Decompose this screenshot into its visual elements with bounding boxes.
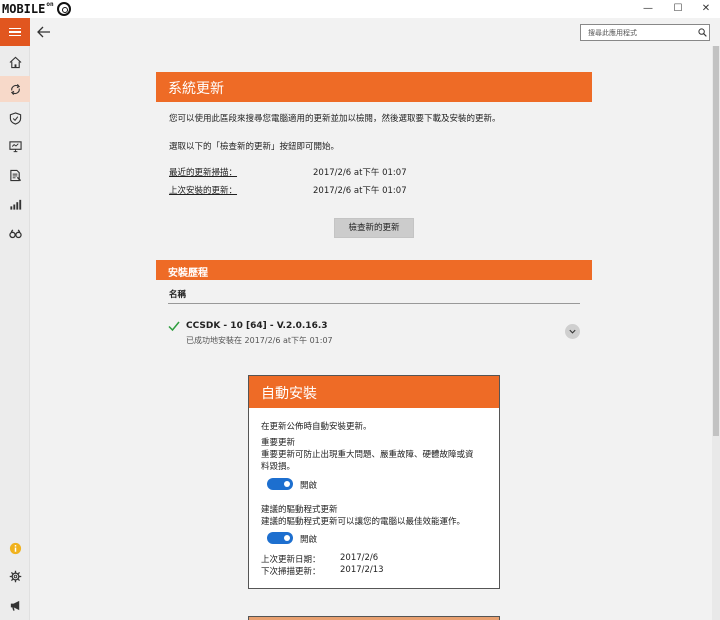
gear-icon[interactable]: [0, 563, 30, 589]
auto-install-title: 自動安裝: [249, 376, 499, 408]
auto-install-panel: 自動安裝 在更新公佈時自動安裝更新。 重要更新 重要更新可防止出現重大問題、嚴重…: [248, 375, 500, 589]
scrollbar-thumb[interactable]: [713, 46, 719, 436]
critical-updates-toggle-label: 開啟: [300, 481, 318, 491]
next-panel-edge: [248, 616, 500, 620]
critical-updates-desc-line-2: 料毀損。: [261, 462, 296, 472]
last-update-value: 2017/2/6: [340, 553, 379, 563]
info-icon[interactable]: [0, 535, 30, 561]
logo-text: MOBILE: [2, 2, 46, 16]
last-scan-value: 2017/2/6 at下午 01:07: [313, 168, 407, 178]
last-install-value: 2017/2/6 at下午 01:07: [313, 186, 407, 196]
maximize-button[interactable]: ☐: [664, 0, 692, 18]
next-scan-label: 下次掃描更新：: [261, 567, 321, 577]
megaphone-icon[interactable]: [0, 592, 30, 618]
close-button[interactable]: ✕: [692, 0, 720, 18]
last-install-label: 上次安裝的更新：: [169, 186, 238, 196]
driver-updates-title: 建議的驅動程式更新: [261, 505, 338, 515]
history-column-name: 名稱: [169, 290, 187, 300]
logo-ring-icon: [56, 2, 71, 16]
home-icon[interactable]: [0, 49, 30, 75]
history-divider: [168, 303, 580, 304]
vertical-scrollbar[interactable]: [712, 46, 720, 620]
critical-updates-title: 重要更新: [261, 438, 296, 448]
next-scan-value: 2017/2/13: [340, 565, 384, 575]
search-icon[interactable]: [698, 28, 707, 37]
bar-chart-icon[interactable]: [0, 191, 30, 217]
history-title: 安裝歷程: [156, 260, 592, 280]
back-arrow-icon[interactable]: [36, 24, 52, 40]
search-input[interactable]: 搜尋此應用程式: [580, 24, 710, 41]
shield-icon[interactable]: [0, 105, 30, 131]
minimize-button[interactable]: —: [634, 0, 662, 18]
sync-icon[interactable]: [0, 76, 30, 102]
history-item-name: CCSDK - 10 [64] - V.2.0.16.3: [186, 321, 328, 331]
chevron-down-icon: [569, 329, 576, 334]
page-description: 您可以使用此區段來搜尋您電腦適用的更新並加以檢閱，然後選取要下載及安裝的更新。: [169, 114, 501, 124]
logo-superscript: on: [46, 0, 54, 8]
document-icon[interactable]: [0, 162, 30, 188]
driver-updates-toggle[interactable]: [267, 532, 293, 544]
sidebar: [0, 18, 30, 620]
driver-updates-toggle-label: 開啟: [300, 535, 318, 545]
binoculars-icon[interactable]: [0, 220, 30, 246]
top-toolbar: 搜尋此應用程式: [30, 18, 720, 46]
page-title: 系統更新: [156, 72, 592, 102]
critical-updates-desc-line-1: 重要更新可防止出現重大問題、嚴重故障、硬體故障或資: [261, 450, 474, 460]
last-scan-label: 最近的更新掃描：: [169, 168, 238, 178]
app-logo: MOBILE on: [2, 0, 71, 18]
critical-updates-toggle[interactable]: [267, 478, 293, 490]
history-item-status: 已成功地安裝在 2017/2/6 at下午 01:07: [186, 336, 333, 345]
success-check-icon: [168, 321, 180, 332]
check-updates-button[interactable]: 檢查新的更新: [334, 218, 414, 238]
hamburger-menu-button[interactable]: [0, 18, 30, 46]
page-instruction: 選取以下的「檢查新的更新」按鈕即可開始。: [169, 142, 340, 152]
auto-install-intro: 在更新公佈時自動安裝更新。: [261, 422, 372, 432]
last-update-label: 上次更新日期：: [261, 555, 321, 565]
monitor-icon[interactable]: [0, 133, 30, 159]
expand-history-button[interactable]: [565, 324, 580, 339]
title-bar: MOBILE on — ☐ ✕: [0, 0, 720, 18]
driver-updates-desc: 建議的驅動程式更新可以讓您的電腦以最佳效能運作。: [261, 517, 466, 527]
